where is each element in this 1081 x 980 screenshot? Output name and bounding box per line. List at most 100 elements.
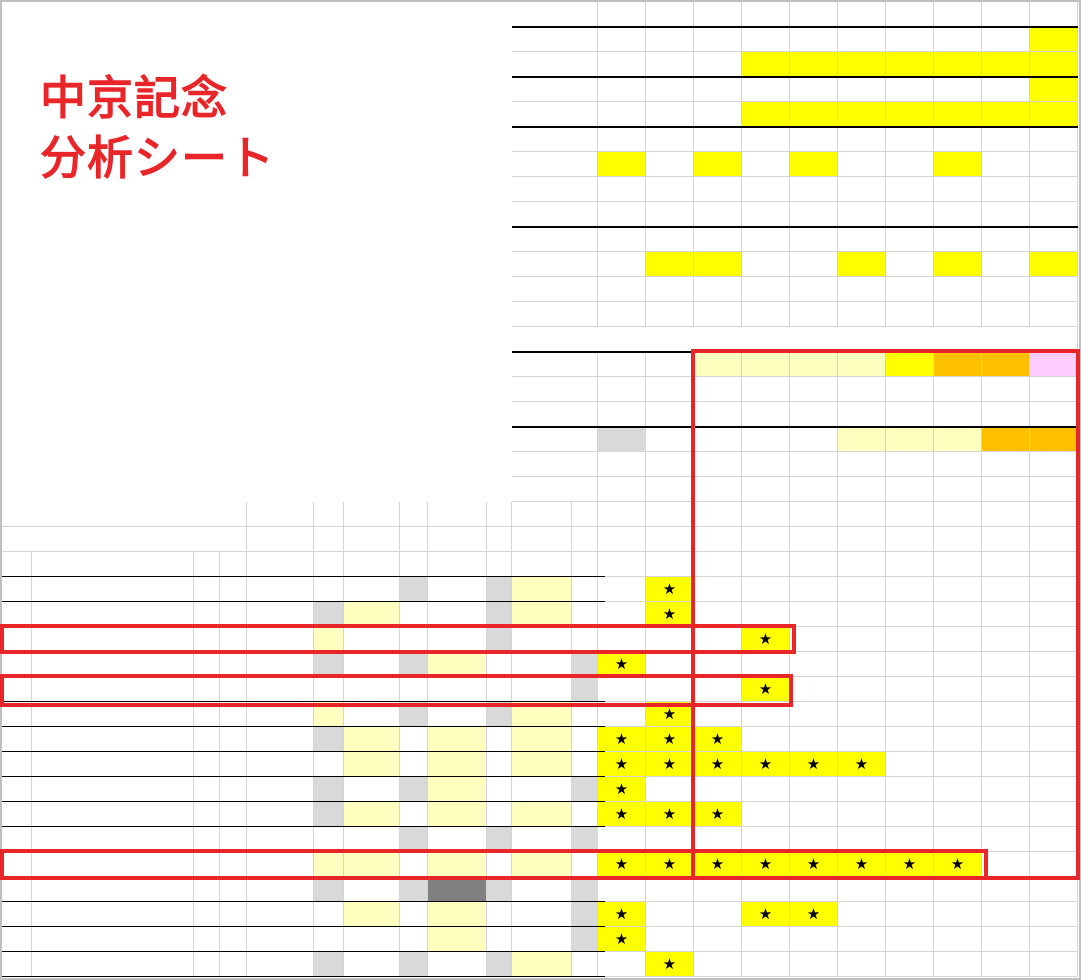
- horse-year: [2, 927, 32, 952]
- empty-cell: [400, 152, 428, 177]
- setting-value: [886, 27, 934, 52]
- horse-kido-rank: [487, 602, 512, 627]
- horse-hb: [247, 927, 314, 952]
- setting-value: [694, 52, 742, 77]
- stat-value: [742, 452, 790, 477]
- empty-cell: [2, 252, 32, 277]
- horse-tek-rank: [400, 702, 428, 727]
- stat-label: [512, 452, 598, 477]
- empty-cell: [934, 727, 982, 752]
- empty-cell: [2, 427, 32, 452]
- horse-hensoku: [512, 902, 572, 927]
- empty-cell: [646, 627, 694, 652]
- horse-name: [32, 802, 194, 827]
- empty-cell: [400, 127, 428, 152]
- horse-hb: [247, 952, 314, 977]
- horse-popularity: [194, 777, 220, 802]
- setting-value: [598, 127, 646, 152]
- stat-label: [512, 352, 598, 377]
- empty-cell: [314, 352, 344, 377]
- empty-cell: [982, 727, 1030, 752]
- empty-cell: [1030, 552, 1078, 577]
- setting-value: [1030, 227, 1078, 252]
- horse-hb-rank: [314, 952, 344, 977]
- setting-value: [886, 77, 934, 102]
- empty-cell: [32, 352, 194, 377]
- empty-cell: [838, 902, 886, 927]
- empty-cell: [314, 327, 344, 352]
- empty-cell: [694, 877, 742, 902]
- horse-hensoku: [512, 877, 572, 902]
- empty-cell: [694, 627, 742, 652]
- empty-cell: [2, 102, 32, 127]
- empty-cell: [838, 602, 886, 627]
- empty-cell: [344, 352, 400, 377]
- horse-hensoku-rank: [572, 752, 598, 777]
- stat-value: [694, 402, 742, 427]
- empty-cell: [1030, 852, 1078, 877]
- empty-cell: [194, 352, 220, 377]
- horse-hb-rank: [314, 827, 344, 852]
- empty-cell: [220, 377, 247, 402]
- horse-finish: [220, 852, 247, 877]
- star-mark: ★: [742, 752, 790, 777]
- setting-value: [934, 202, 982, 227]
- horse-tek-rank: [400, 952, 428, 977]
- empty-cell: [838, 702, 886, 727]
- empty-cell: [32, 452, 194, 477]
- horse-year: [2, 902, 32, 927]
- horse-kido-rank: [487, 627, 512, 652]
- column-header-kido: [428, 552, 487, 577]
- horse-hb-rank: [314, 677, 344, 702]
- group-divider: [512, 26, 1078, 28]
- empty-cell: [247, 77, 314, 102]
- empty-cell: [32, 427, 194, 452]
- empty-cell: [428, 77, 487, 102]
- empty-cell: [220, 252, 247, 277]
- summary-value: [572, 527, 598, 552]
- horse-hensoku: [512, 652, 572, 677]
- stat-value: [694, 452, 742, 477]
- horse-hb: [247, 677, 314, 702]
- empty-cell: [694, 527, 742, 552]
- stat-value: [1030, 477, 1078, 502]
- setting-value: [790, 277, 838, 302]
- group-divider: [512, 426, 1078, 428]
- empty-cell: [646, 652, 694, 677]
- empty-cell: [194, 452, 220, 477]
- horse-year: [2, 677, 32, 702]
- empty-cell: [790, 577, 838, 602]
- setting-value: [694, 2, 742, 27]
- empty-cell: [344, 177, 400, 202]
- horse-name: [32, 752, 194, 777]
- empty-cell: [838, 877, 886, 902]
- horse-finish: [220, 577, 247, 602]
- horse-kido-rank: [487, 827, 512, 852]
- empty-cell: [1030, 927, 1078, 952]
- empty-cell: [934, 602, 982, 627]
- setting-value: [934, 127, 982, 152]
- star-mark: ★: [646, 802, 694, 827]
- setting-value: [982, 27, 1030, 52]
- horse-tek-rank: [400, 902, 428, 927]
- empty-cell: [646, 677, 694, 702]
- setting-value: [646, 152, 694, 177]
- empty-cell: [598, 952, 646, 977]
- setting-value: [982, 152, 1030, 177]
- star-mark: ★: [598, 727, 646, 752]
- empty-cell: [428, 477, 487, 502]
- empty-cell: [400, 277, 428, 302]
- horse-kido: [428, 902, 487, 927]
- empty-cell: [2, 27, 32, 52]
- horse-hensoku: [512, 927, 572, 952]
- empty-cell: [742, 502, 790, 527]
- setting-label: [512, 177, 598, 202]
- empty-cell: [934, 677, 982, 702]
- empty-cell: [428, 102, 487, 127]
- star-mark: ★: [742, 677, 790, 702]
- empty-cell: [742, 727, 790, 752]
- empty-cell: [487, 127, 512, 152]
- horse-kido-rank: [487, 927, 512, 952]
- empty-cell: [344, 427, 400, 452]
- setting-label: [512, 102, 598, 127]
